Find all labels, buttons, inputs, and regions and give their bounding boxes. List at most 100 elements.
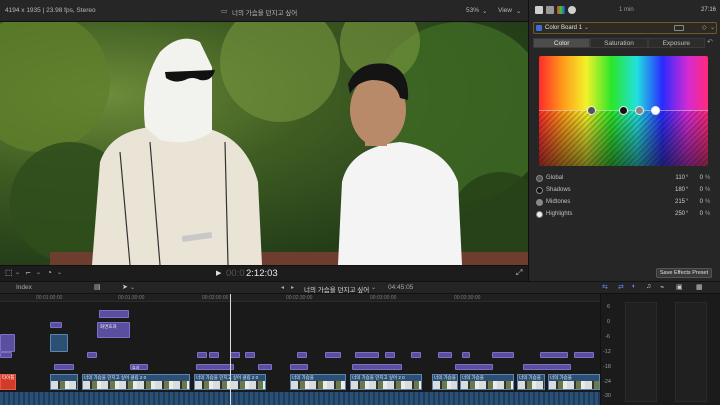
fullscreen-icon[interactable]: ⤢ [516, 268, 522, 278]
video-clip[interactable]: 너의 가슴을 던지고 싶어 2 0 [350, 374, 422, 390]
video-clip[interactable]: 너의 가슴을 [517, 374, 545, 390]
back-arrow-icon[interactable]: ◂ [281, 284, 284, 291]
view-menu[interactable]: View [498, 7, 512, 14]
effect-clip[interactable] [54, 364, 74, 370]
save-effects-preset-button[interactable]: Save Effects Preset [656, 268, 712, 278]
effect-clip[interactable] [297, 352, 307, 358]
index-button[interactable]: Index [16, 284, 32, 291]
shadows-percent[interactable]: 0 [693, 187, 703, 193]
video-clip[interactable]: 너의 가슴을 [460, 374, 514, 390]
effect-clip[interactable] [290, 364, 308, 370]
playhead[interactable] [230, 294, 231, 405]
film-icon: ▭ [221, 8, 228, 15]
select-tool-icon[interactable]: ➤ [122, 283, 128, 291]
effect-clip[interactable] [455, 364, 493, 370]
audio-skimming-icon[interactable]: ⇄ [618, 283, 624, 291]
title-clip[interactable] [50, 322, 62, 328]
diamond-icon[interactable]: ◇ [702, 24, 707, 31]
effects-browser-icon[interactable]: ▦ [696, 283, 703, 291]
effect-clip[interactable] [540, 352, 568, 358]
effect-clip[interactable] [438, 352, 452, 358]
video-clip-connected[interactable] [50, 334, 68, 352]
effect-clip[interactable] [258, 364, 272, 370]
forward-arrow-icon[interactable]: ▸ [291, 284, 294, 291]
title-clip[interactable] [0, 334, 15, 352]
chevron-down-icon[interactable]: ⌄ [482, 7, 487, 15]
effect-clip[interactable] [87, 352, 97, 358]
effect-clip[interactable] [523, 364, 571, 370]
info-circle-icon[interactable] [568, 6, 576, 14]
audio-track[interactable] [0, 392, 600, 405]
effect-clip[interactable] [197, 352, 207, 358]
effect-clip[interactable] [325, 352, 341, 358]
chevron-down-icon[interactable]: ⌄ [516, 7, 521, 15]
skimming-icon[interactable]: ⇆ [602, 283, 608, 291]
chevron-down-icon[interactable]: ⌄ [36, 269, 41, 276]
play-icon[interactable]: ▶ [216, 269, 221, 277]
midtones-degrees[interactable]: 215 [657, 199, 685, 205]
tab-exposure[interactable]: Exposure [647, 38, 705, 48]
midtones-row: Midtones 215 ° 0 % [533, 197, 717, 208]
video-clip[interactable]: 너의 가슴을 [290, 374, 346, 390]
title-clip[interactable] [99, 310, 129, 318]
shadows-degrees[interactable]: 180 [657, 187, 685, 193]
tab-saturation[interactable]: Saturation [590, 38, 648, 48]
chevron-down-icon[interactable]: ⌄ [57, 269, 62, 276]
midtones-puck[interactable] [635, 106, 644, 115]
tab-color[interactable]: Color [533, 38, 591, 48]
color-inspector-icon[interactable] [557, 6, 565, 14]
checkbox-icon[interactable] [536, 25, 542, 31]
effect-clip[interactable] [385, 352, 395, 358]
chevron-down-icon[interactable]: ⌄ [15, 269, 20, 276]
reset-icon[interactable]: ↶ [707, 38, 713, 46]
chevron-down-icon[interactable]: ⌄ [371, 284, 376, 291]
mask-icon[interactable] [674, 25, 684, 31]
effect-clip[interactable] [574, 352, 594, 358]
highlights-puck[interactable] [651, 106, 660, 115]
video-clip[interactable]: 너의 가슴을 던지고 싶어 클립 2 0 [82, 374, 190, 390]
color-board[interactable] [539, 56, 708, 166]
effect-clip[interactable] [492, 352, 514, 358]
chevron-down-icon[interactable]: ⌄ [130, 284, 135, 291]
clip-appearance-icon[interactable]: ▤ [94, 283, 101, 291]
shadows-row: Shadows 180 ° 0 % [533, 185, 717, 196]
color-board-selector[interactable]: Color Board 1 ⌄ ◇ ⌄ [533, 22, 717, 34]
zoom-select[interactable]: 53% [466, 7, 479, 14]
effect-clip[interactable] [209, 352, 219, 358]
effect-clip[interactable] [411, 352, 421, 358]
chevron-down-icon[interactable]: ⌄ [710, 24, 715, 31]
headphones-icon[interactable]: ♫ [646, 283, 651, 290]
highlights-percent[interactable]: 0 [693, 211, 703, 217]
info-icon[interactable] [535, 6, 543, 14]
snapping-icon[interactable]: ⌁ [660, 283, 664, 291]
global-degrees[interactable]: 110 [657, 175, 685, 181]
effect-clip[interactable] [196, 364, 234, 370]
video-clip[interactable]: 너의 가슴을 [432, 374, 458, 390]
effect-clip[interactable] [462, 352, 470, 358]
video-clip[interactable]: 너의 가슴을 [548, 374, 600, 390]
title-clip-large[interactable]: 화면효과 [97, 322, 130, 338]
timeline[interactable]: 00:01:00:00 00:01:30:00 00:02:00:00 00:0… [0, 294, 600, 405]
effect-clip[interactable] [245, 352, 255, 358]
solo-icon[interactable]: ◐ [632, 283, 636, 290]
highlights-degrees[interactable]: 250 [657, 211, 685, 217]
shadows-puck[interactable] [619, 106, 628, 115]
crop-icon[interactable]: ⌐ [26, 268, 31, 277]
timecode-display[interactable]: 2:12:03 [246, 268, 278, 279]
video-frame[interactable] [0, 22, 528, 265]
effect-clip[interactable] [352, 364, 402, 370]
effect-clip[interactable] [230, 352, 240, 358]
title-clip-red[interactable]: 타이틀 [0, 374, 16, 390]
transform-icon[interactable]: ⬚ [5, 268, 13, 277]
clip-appearance-toggle-icon[interactable]: ▣ [676, 283, 683, 291]
chevron-down-icon[interactable]: ⌄ [584, 24, 589, 31]
global-percent[interactable]: 0 [693, 175, 703, 181]
global-puck[interactable] [587, 106, 596, 115]
effect-clip[interactable] [355, 352, 379, 358]
speed-icon[interactable]: ◔ [47, 268, 52, 277]
effect-clip[interactable]: 효과 [130, 364, 148, 370]
midtones-percent[interactable]: 0 [693, 199, 703, 205]
video-inspector-icon[interactable] [546, 6, 554, 14]
effect-clip[interactable] [0, 352, 12, 358]
video-clip[interactable] [50, 374, 78, 390]
